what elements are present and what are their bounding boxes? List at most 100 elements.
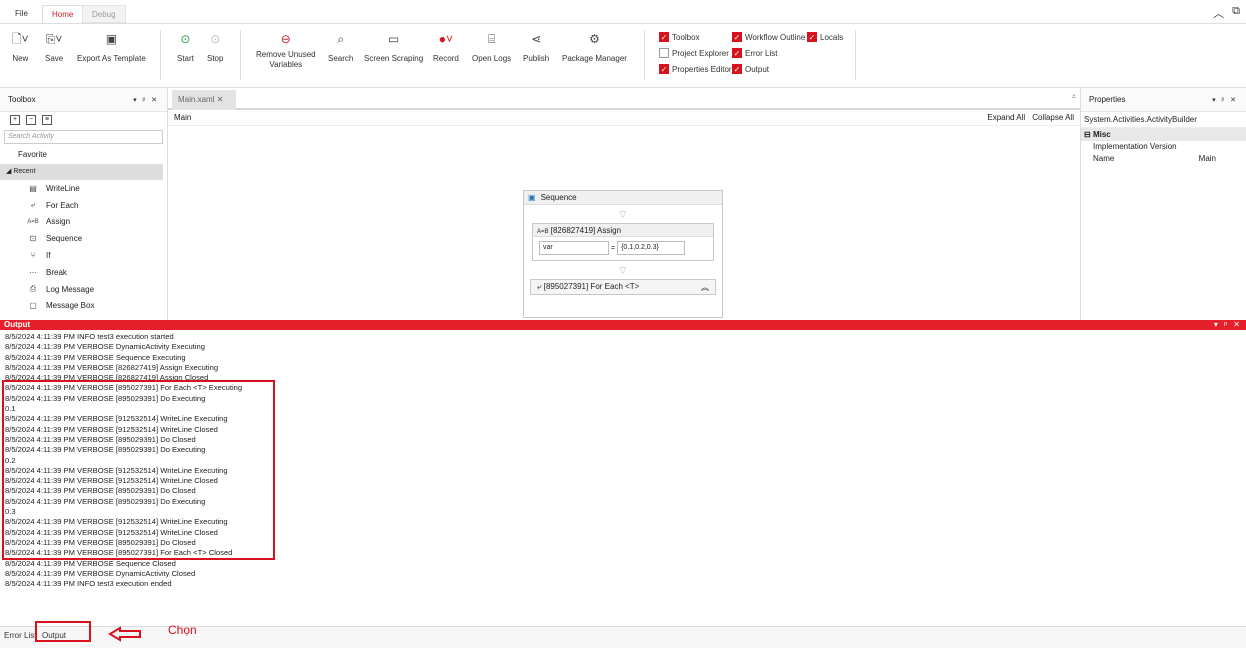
remove-unused-variables-button[interactable]: ⊖ Remove Unused Variables: [256, 30, 316, 70]
toolbox-item-label: Sequence: [46, 234, 83, 244]
ribbon-divider: [855, 30, 856, 80]
search-activity-input[interactable]: Search Activity: [4, 130, 163, 144]
panel-controls-icon[interactable]: ▾ ᵖ ✕: [133, 96, 159, 104]
record-button[interactable]: ●˅ Record: [433, 30, 459, 64]
save-label: Save: [45, 54, 64, 63]
toolbox-item-writeline[interactable]: ▤ WriteLine: [0, 180, 167, 197]
workflow-designer: Main.xaml ✕ ⩡ Main Expand All Collapse A…: [168, 88, 1080, 320]
assign-to-field[interactable]: var: [539, 241, 609, 255]
assign-equals: =: [611, 244, 616, 252]
panel-controls-icon[interactable]: ▾ ᵖ ✕: [1212, 96, 1238, 104]
output-title: Output: [4, 320, 31, 329]
export-template-button[interactable]: ▣ Export As Template: [77, 30, 146, 64]
toolbox-item-foreach[interactable]: ⤶ For Each: [0, 197, 167, 214]
error-list-checkbox[interactable]: ✓ Error List: [732, 48, 777, 58]
properties-title: Properties: [1089, 95, 1126, 104]
properties-editor-checkbox-label: Properties Editor: [672, 64, 732, 74]
writeline-icon: ▤: [29, 183, 37, 193]
export-icon: ▣: [105, 32, 118, 46]
tab-debug[interactable]: Debug: [82, 5, 126, 23]
search-icon: ⌕: [337, 32, 345, 46]
screen-scraping-label: Screen Scraping: [364, 54, 424, 63]
toolbox-item-label: WriteLine: [46, 183, 80, 193]
properties-type: System.Activities.ActivityBuilder: [1081, 112, 1246, 128]
collapse-ribbon-icon[interactable]: ︿: [1213, 5, 1224, 21]
toolbox-item-break[interactable]: ⋯ Break: [0, 264, 167, 281]
new-button[interactable]: 🗋˅ New: [12, 30, 29, 64]
locals-checkbox[interactable]: ✓ Locals: [807, 32, 843, 42]
screen-scraping-button[interactable]: ▭ Screen Scraping: [364, 30, 423, 64]
breadcrumb-main[interactable]: Main: [174, 113, 191, 122]
foreach-activity[interactable]: ⤶ [895027391] For Each <T> ︽: [530, 279, 716, 295]
log-line: 8/5/2024 4:11:39 PM VERBOSE DynamicActiv…: [5, 342, 205, 352]
output-header: Output ▾ ᵖ ✕: [0, 320, 1246, 330]
toolbox-item-if[interactable]: ⑂ If: [0, 247, 167, 264]
properties-editor-checkbox[interactable]: ✓ Properties Editor: [659, 64, 732, 74]
output-checkbox[interactable]: ✓ Output: [732, 64, 769, 74]
foreach-icon: ⤶: [537, 282, 542, 291]
package-icon: ⚙: [589, 32, 600, 46]
tab-list-icon[interactable]: ⩡: [1071, 92, 1076, 102]
sequence-title: Sequence: [540, 193, 577, 202]
assign-icon: A=B: [27, 218, 39, 225]
log-message-icon: ⎙: [29, 284, 37, 294]
collapse-all-icon[interactable]: −: [26, 115, 36, 125]
package-manager-button[interactable]: ⚙ Package Manager: [562, 30, 627, 64]
tab-main-xaml[interactable]: Main.xaml ✕: [172, 90, 236, 110]
layout-icon[interactable]: ⧉: [1232, 5, 1240, 21]
property-row[interactable]: Name Main: [1081, 153, 1246, 165]
tab-file[interactable]: File: [6, 5, 37, 23]
tab-error-list[interactable]: Error List: [4, 631, 36, 640]
assign-value-field[interactable]: {0.1,0.2,0.3}: [617, 241, 686, 255]
pointer-arrow-icon: [108, 626, 141, 642]
favorite-category[interactable]: Favorite: [0, 144, 167, 164]
drop-arrow-icon: ▽: [619, 265, 627, 275]
assign-icon: A=B: [537, 229, 549, 235]
package-manager-label: Package Manager: [562, 54, 627, 63]
ribbon-tabs: File Home Debug ︿ ⧉: [0, 0, 1246, 24]
locals-checkbox-label: Locals: [820, 32, 844, 42]
if-icon: ⑂: [30, 251, 36, 261]
panel-controls-icon[interactable]: ▾ ᵖ ✕: [1214, 320, 1242, 330]
collapse-chevron-icon[interactable]: ︽: [701, 282, 709, 293]
property-value[interactable]: Main: [1199, 153, 1216, 165]
property-name: Name: [1093, 154, 1115, 163]
sequence-activity[interactable]: ▣ Sequence ▽ A=B [826827419] Assign var …: [523, 190, 723, 318]
workflow-outline-checkbox[interactable]: ✓ Workflow Outline: [732, 32, 805, 42]
toolbox-item-assign[interactable]: A=B Assign: [0, 214, 167, 231]
doc-tab-label: Main.xaml: [178, 95, 215, 104]
project-explorer-checkbox[interactable]: Project Explorer: [659, 48, 729, 58]
sequence-icon: ▣: [528, 193, 536, 202]
new-file-icon: 🗋˅: [12, 32, 29, 46]
misc-category[interactable]: ⊟ Misc: [1081, 128, 1246, 141]
toolbox-item-message-box[interactable]: ▢ Message Box: [0, 298, 167, 315]
toolbox-item-sequence[interactable]: ⊡ Sequence: [0, 230, 167, 247]
open-logs-button[interactable]: ⌸ Open Logs: [472, 30, 511, 64]
tab-home[interactable]: Home: [42, 5, 84, 23]
stop-button[interactable]: ⊙ Stop: [207, 30, 223, 64]
recent-category[interactable]: ◢ Recent: [0, 164, 163, 180]
publish-button[interactable]: ⋖ Publish: [523, 30, 549, 64]
list-view-icon[interactable]: ≡: [42, 115, 52, 125]
expand-all-link[interactable]: Expand All: [987, 113, 1025, 122]
record-label: Record: [433, 54, 459, 63]
toolbox-item-log-message[interactable]: ⎙ Log Message: [0, 281, 167, 298]
assign-body: var = {0.1,0.2,0.3}: [533, 237, 713, 259]
collapse-all-link[interactable]: Collapse All: [1032, 113, 1074, 122]
property-row[interactable]: Implementation Version: [1081, 141, 1246, 153]
checkbox-checked-icon: ✓: [659, 64, 669, 74]
start-button[interactable]: ⊙ Start: [177, 30, 194, 64]
close-icon[interactable]: ✕: [217, 95, 224, 104]
remove-icon: ⊖: [280, 32, 291, 46]
expand-all-icon[interactable]: +: [10, 115, 20, 125]
project-explorer-checkbox-label: Project Explorer: [672, 48, 729, 58]
save-button[interactable]: ⎘˅ Save: [45, 30, 63, 64]
breadcrumb: Main Expand All Collapse All: [168, 110, 1080, 126]
checkbox-unchecked-icon: [659, 48, 669, 58]
toolbox-checkbox[interactable]: ✓ Toolbox: [659, 32, 700, 42]
toolbox-item-label: For Each: [46, 200, 79, 210]
search-button[interactable]: ⌕ Search: [328, 30, 353, 64]
toolbox-item-label: Break: [46, 267, 67, 277]
designer-canvas[interactable]: ▣ Sequence ▽ A=B [826827419] Assign var …: [168, 126, 1080, 318]
assign-activity[interactable]: A=B [826827419] Assign var = {0.1,0.2,0.…: [532, 223, 714, 261]
